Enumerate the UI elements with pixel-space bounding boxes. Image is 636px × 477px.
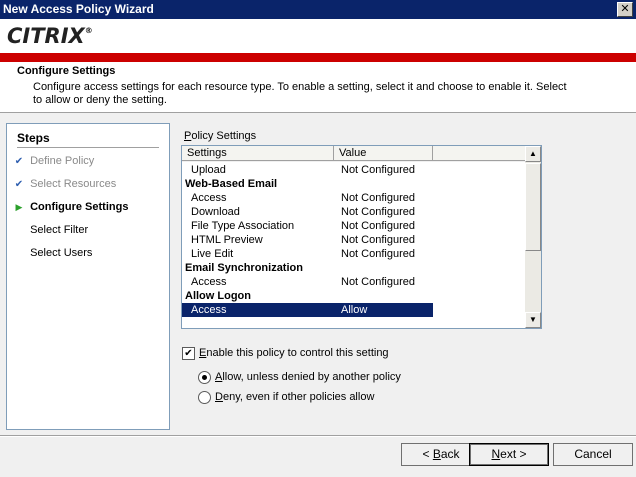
brand-red-bar	[0, 53, 636, 62]
footer-divider-highlight	[0, 436, 636, 437]
setting-name: Access	[191, 192, 227, 204]
list-item[interactable]: File Type Association Not Configured	[182, 219, 433, 233]
list-item[interactable]: Download Not Configured	[182, 205, 433, 219]
vertical-scrollbar[interactable]: ▲ ▼	[525, 146, 541, 328]
list-group-header[interactable]: Email Synchronization	[182, 261, 433, 275]
setting-name: Live Edit	[191, 248, 234, 260]
setting-name: Download	[191, 206, 240, 218]
radio-dot	[202, 375, 207, 380]
setting-name: Upload	[191, 164, 226, 176]
checkbox-checked-icon[interactable]: ✔	[182, 347, 195, 360]
setting-name: Access	[191, 304, 227, 316]
label-text: llow, unless denied by another policy	[222, 371, 401, 383]
setting-name: HTML Preview	[191, 234, 263, 246]
list-group-header[interactable]: Allow Logon	[182, 289, 433, 303]
step-label: Define Policy	[30, 155, 95, 167]
list-item[interactable]: Access Not Configured	[182, 275, 433, 289]
title-bar: New Access Policy Wizard ✕	[0, 0, 636, 19]
citrix-logo: CITRIX®	[7, 24, 93, 48]
radio-label: Allow, unless denied by another policy	[215, 369, 401, 385]
list-group-header[interactable]: Web-Based Email	[182, 177, 433, 191]
step-label: Select Resources	[30, 178, 117, 190]
steps-panel: Steps ✔ Define Policy ✔ Select Resources…	[6, 123, 170, 430]
current-step-arrow-icon: ▶	[15, 202, 23, 212]
setting-value: Not Configured	[341, 206, 415, 218]
setting-value: Not Configured	[341, 164, 415, 176]
enable-policy-checkbox[interactable]: ✔ Enable this policy to control this set…	[182, 345, 442, 361]
scroll-down-icon[interactable]: ▼	[525, 312, 541, 328]
step-select-resources: ✔ Select Resources	[11, 176, 116, 192]
accelerator-key: N	[491, 447, 501, 461]
setting-value: Not Configured	[341, 234, 415, 246]
window-title: New Access Policy Wizard	[3, 2, 154, 16]
button-text: ack	[440, 447, 460, 461]
page-title: Configure Settings	[17, 65, 116, 77]
steps-divider	[17, 147, 159, 148]
step-label: Configure Settings	[30, 201, 129, 213]
logo-text: CITRIX	[7, 24, 85, 48]
scrollbar-thumb[interactable]	[525, 163, 541, 251]
setting-value: Not Configured	[341, 248, 415, 260]
next-button[interactable]: Next >	[469, 443, 549, 466]
list-rows: Upload Not Configured Web-Based Email Acces…	[182, 163, 527, 317]
list-item[interactable]: Live Edit Not Configured	[182, 247, 433, 261]
setting-value: Not Configured	[341, 220, 415, 232]
setting-value: Not Configured	[341, 276, 415, 288]
cancel-button[interactable]: Cancel	[553, 443, 633, 466]
page-description: Configure access settings for each resou…	[33, 81, 567, 106]
list-item[interactable]: HTML Preview Not Configured	[182, 233, 433, 247]
radio-label: Deny, even if other policies allow	[215, 389, 374, 405]
step-select-users: Select Users	[11, 245, 92, 261]
step-configure-settings: ▶ Configure Settings	[11, 199, 129, 215]
setting-name: Access	[191, 276, 227, 288]
page-header: Configure Settings Configure access sett…	[0, 62, 636, 113]
deny-radio[interactable]: Deny, even if other policies allow	[198, 389, 438, 405]
accelerator-key: B	[432, 447, 441, 461]
steps-title: Steps	[17, 131, 50, 145]
scroll-up-icon[interactable]: ▲	[525, 146, 541, 162]
checkmark-icon: ✔	[14, 179, 24, 190]
checkmark-icon: ✔	[14, 156, 24, 167]
checkbox-label: Enable this policy to control this setti…	[199, 345, 389, 361]
step-label: Select Filter	[30, 224, 89, 236]
setting-name: File Type Association	[191, 220, 295, 232]
step-label: Select Users	[30, 247, 93, 259]
list-item[interactable]: Access Allow	[182, 303, 433, 317]
allow-radio[interactable]: Allow, unless denied by another policy	[198, 369, 438, 385]
policy-settings-label: Policy Settings	[184, 130, 256, 142]
setting-value: Not Configured	[341, 192, 415, 204]
accelerator-key: D	[215, 391, 223, 403]
wizard-window: New Access Policy Wizard ✕ CITRIX® Confi…	[0, 0, 636, 477]
label-text: olicy Settings	[191, 130, 257, 142]
label-text: eny, even if other policies allow	[222, 391, 375, 403]
list-header: Settings Value	[182, 146, 532, 162]
radio-selected-icon[interactable]	[198, 371, 211, 384]
close-button[interactable]: ✕	[617, 2, 633, 17]
label-text: nable this policy to control this settin…	[206, 347, 389, 359]
column-header-settings[interactable]: Settings	[182, 146, 334, 161]
setting-value: Allow	[341, 304, 368, 316]
step-select-filter: Select Filter	[11, 222, 88, 238]
column-header-value[interactable]: Value	[334, 146, 433, 161]
logo-registered-mark: ®	[84, 26, 93, 35]
list-item[interactable]: Upload Not Configured	[182, 163, 433, 177]
column-header-empty	[433, 146, 527, 161]
button-text: ext >	[500, 447, 527, 461]
list-item[interactable]: Access Not Configured	[182, 191, 433, 205]
button-text: <	[422, 447, 433, 461]
step-define-policy: ✔ Define Policy	[11, 153, 94, 169]
policy-settings-list[interactable]: Settings Value Upload Not Configured Web-B…	[181, 145, 542, 329]
radio-unselected-icon[interactable]	[198, 391, 211, 404]
